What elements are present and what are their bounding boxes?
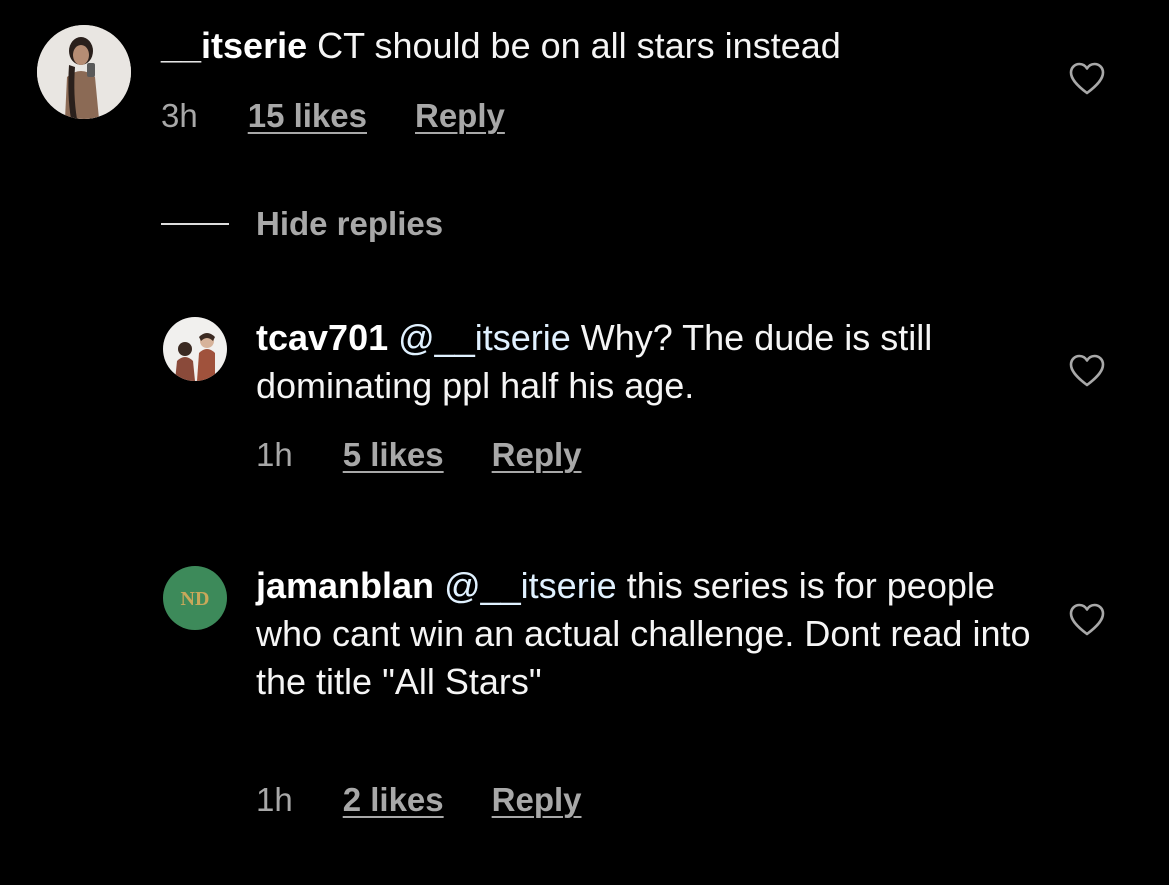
comment-body: CT should be on all stars instead <box>317 25 841 66</box>
replies-divider-line <box>161 223 229 225</box>
reply-likes-link[interactable]: 2 likes <box>343 781 444 819</box>
reply-username[interactable]: tcav701 <box>256 317 388 358</box>
reply-likes-link[interactable]: 5 likes <box>343 436 444 474</box>
profile-photo-icon <box>37 25 131 119</box>
heart-icon[interactable] <box>1069 62 1105 96</box>
hide-replies-label: Hide replies <box>256 205 444 242</box>
reply-meta: 1h 5 likes Reply <box>256 436 582 474</box>
reply-mention-link[interactable]: @__itserie <box>444 565 617 606</box>
reply-button[interactable]: Reply <box>492 781 582 819</box>
comment-meta: 3h 15 likes Reply <box>161 97 505 135</box>
reply-button[interactable]: Reply <box>415 97 505 135</box>
hide-replies-button[interactable]: Hide replies <box>161 205 443 243</box>
avatar[interactable] <box>37 25 131 119</box>
avatar[interactable] <box>163 317 227 381</box>
comment-username[interactable]: __itserie <box>161 25 307 66</box>
heart-icon[interactable] <box>1069 603 1105 637</box>
reply-mention-link[interactable]: @__itserie <box>398 317 571 358</box>
svg-text:ND: ND <box>181 588 210 610</box>
reply-text: tcav701 @__itserie Why? The dude is stil… <box>256 314 1036 410</box>
heart-icon[interactable] <box>1069 354 1105 388</box>
reply-time: 1h <box>256 781 293 818</box>
comments-screen: { "comments": [ { "username": "__itserie… <box>0 0 1169 885</box>
reply-button[interactable]: Reply <box>492 436 582 474</box>
comment-time: 3h <box>161 97 198 134</box>
nd-monogram-icon: ND <box>163 566 227 630</box>
reply-meta: 1h 2 likes Reply <box>256 781 582 819</box>
reply-time: 1h <box>256 436 293 473</box>
avatar[interactable]: ND <box>163 566 227 630</box>
comment-likes-link[interactable]: 15 likes <box>248 97 367 135</box>
comment-text: __itserie CT should be on all stars inst… <box>161 22 1061 70</box>
reply-username[interactable]: jamanblan <box>256 565 434 606</box>
reply-text: jamanblan @__itserie this series is for … <box>256 562 1036 706</box>
profile-photo-icon <box>163 317 227 381</box>
